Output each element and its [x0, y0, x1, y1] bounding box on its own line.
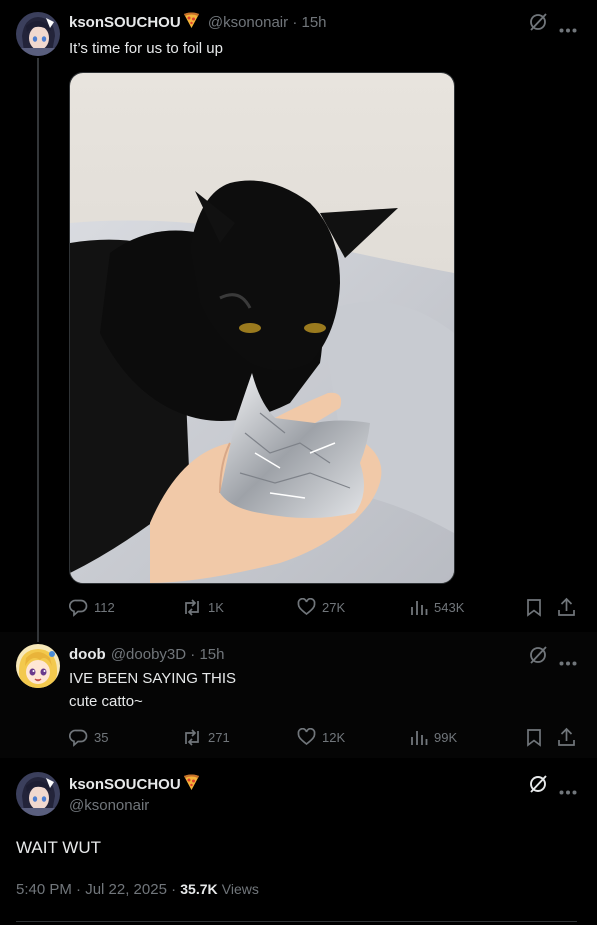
like-count: 12K — [322, 729, 346, 745]
tweet-photo[interactable] — [69, 72, 455, 584]
like-button[interactable]: 27K — [297, 598, 345, 616]
reply-count: 112 — [94, 600, 115, 615]
views-icon — [411, 731, 428, 745]
divider — [16, 921, 577, 922]
timestamp[interactable]: · 15h — [292, 14, 326, 31]
grok-icon[interactable] — [528, 774, 548, 799]
more-icon[interactable] — [559, 653, 577, 671]
repost-count: 1K — [208, 600, 224, 615]
focused-tweet-text: WAIT WUT — [16, 838, 101, 857]
handle[interactable]: @ksononair — [208, 14, 288, 31]
repost-button[interactable]: 1K — [182, 598, 224, 617]
views-button[interactable]: 543K — [410, 598, 464, 616]
focused-name-row: ksonSOUCHOU — [69, 774, 200, 795]
reply-icon — [69, 599, 88, 617]
cat-with-foil-hat-image — [70, 73, 454, 583]
views-count: 543K — [434, 599, 465, 615]
reply-icon — [69, 729, 88, 747]
bookmark-icon[interactable] — [526, 598, 542, 622]
pizza-emoji-icon — [183, 774, 200, 795]
tweet-2[interactable]: doob @dooby3D · 15h IVE BEEN SAYING THIS… — [0, 632, 597, 758]
handle[interactable]: @dooby3D — [111, 646, 186, 663]
tweet-header: doob @dooby3D · 15h — [69, 646, 224, 663]
like-count: 27K — [322, 599, 346, 615]
focused-tweet: ksonSOUCHOU @ksononair WAIT WUT 5:40 PM … — [0, 758, 597, 925]
heart-icon — [297, 728, 316, 746]
repost-count: 271 — [208, 730, 230, 745]
thread-line — [37, 58, 39, 632]
views-label: Views — [221, 881, 259, 897]
tweet-text-line-2: cute catto~ — [69, 693, 143, 710]
views-icon — [411, 601, 428, 615]
avatar-ksonsouchou[interactable] — [16, 772, 60, 816]
share-icon[interactable] — [557, 727, 576, 752]
repost-button[interactable]: 271 — [182, 728, 230, 747]
display-name[interactable]: ksonSOUCHOU — [69, 776, 181, 793]
thread-line-top — [37, 632, 39, 642]
tweet-meta: 5:40 PM · Jul 22, 2025 · 35.7K Views — [16, 881, 259, 898]
tweet-text-line-1: IVE BEEN SAYING THIS — [69, 670, 236, 687]
timestamp[interactable]: · 15h — [190, 646, 224, 663]
tweet-1[interactable]: ksonSOUCHOU @ksononair · 15h It’s time f… — [0, 0, 597, 632]
bookmark-icon[interactable] — [526, 728, 542, 752]
more-icon[interactable] — [559, 782, 577, 800]
grok-icon[interactable] — [528, 12, 548, 37]
tweet-header: ksonSOUCHOU @ksononair · 15h — [69, 12, 327, 33]
post-timestamp[interactable]: 5:40 PM · Jul 22, 2025 · — [16, 881, 176, 898]
pizza-emoji-icon — [183, 12, 200, 33]
share-icon[interactable] — [557, 597, 576, 622]
avatar-ksonsouchou[interactable] — [16, 12, 60, 56]
like-button[interactable]: 12K — [297, 728, 345, 746]
handle[interactable]: @ksononair — [69, 797, 149, 814]
heart-icon — [297, 598, 316, 616]
display-name[interactable]: ksonSOUCHOU — [69, 14, 181, 31]
views-count: 35.7K — [180, 881, 218, 897]
reply-button[interactable]: 35 — [69, 728, 108, 747]
repost-icon — [185, 729, 199, 746]
tweet-text: It’s time for us to foil up — [69, 40, 223, 57]
grok-icon[interactable] — [528, 645, 548, 670]
reply-count: 35 — [94, 730, 109, 745]
views-count: 99K — [434, 729, 458, 745]
repost-icon — [185, 599, 199, 616]
views-button[interactable]: 99K — [410, 728, 457, 746]
avatar-doob[interactable] — [16, 644, 60, 688]
more-icon[interactable] — [559, 20, 577, 38]
display-name[interactable]: doob — [69, 646, 106, 663]
reply-button[interactable]: 112 — [69, 598, 115, 617]
tweet-text: IVE BEEN SAYING THIS cute catto~ — [69, 667, 236, 713]
